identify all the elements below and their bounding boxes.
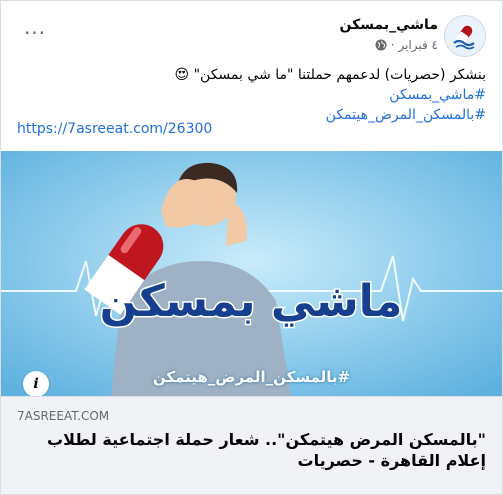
post-url-link[interactable]: https://7asreeat.com/26300	[17, 121, 212, 137]
link-preview-footer[interactable]: 7ASREEAT.COM "بالمسكن المرض هيتمكن".. شع…	[1, 396, 502, 494]
meta-separator: ·	[390, 38, 395, 52]
post-card: ماشي_بمسكن ٤ فبراير · ··· بنشكر (حصريات)…	[0, 0, 503, 495]
post-meta: ٤ فبراير ·	[375, 38, 438, 52]
link-domain: 7ASREEAT.COM	[17, 409, 110, 423]
post-text: بنشكر (حصريات) لدعمهم حملتنا "ما شي بمسك…	[17, 65, 486, 125]
campaign-illustration: ماشي بمسكن	[1, 151, 502, 396]
avatar-logo	[445, 16, 485, 56]
info-icon[interactable]: i	[23, 371, 49, 396]
link-preview-image[interactable]: ماشي بمسكن #بالمسكن_المرض_هيتمكن i	[1, 151, 502, 396]
globe-icon	[375, 39, 387, 51]
more-dots-icon: ···	[23, 21, 47, 45]
post-text-line: بنشكر (حصريات) لدعمهم حملتنا "ما شي بمسك…	[174, 67, 486, 83]
image-watermark: #بالمسكن_المرض_هيتمكن	[152, 368, 351, 386]
campaign-logo-text: ماشي بمسكن	[100, 276, 403, 327]
hashtag-link[interactable]: #ماشي_بمسكن	[17, 85, 486, 105]
post-header: ماشي_بمسكن ٤ فبراير · ···	[1, 11, 502, 59]
post-date[interactable]: ٤ فبراير	[398, 38, 438, 52]
more-options-button[interactable]: ···	[17, 19, 53, 47]
page-name[interactable]: ماشي_بمسكن	[340, 17, 439, 33]
page-avatar[interactable]	[444, 15, 486, 57]
link-title[interactable]: "بالمسكن المرض هيتمكن".. شعار حملة اجتما…	[17, 429, 486, 471]
